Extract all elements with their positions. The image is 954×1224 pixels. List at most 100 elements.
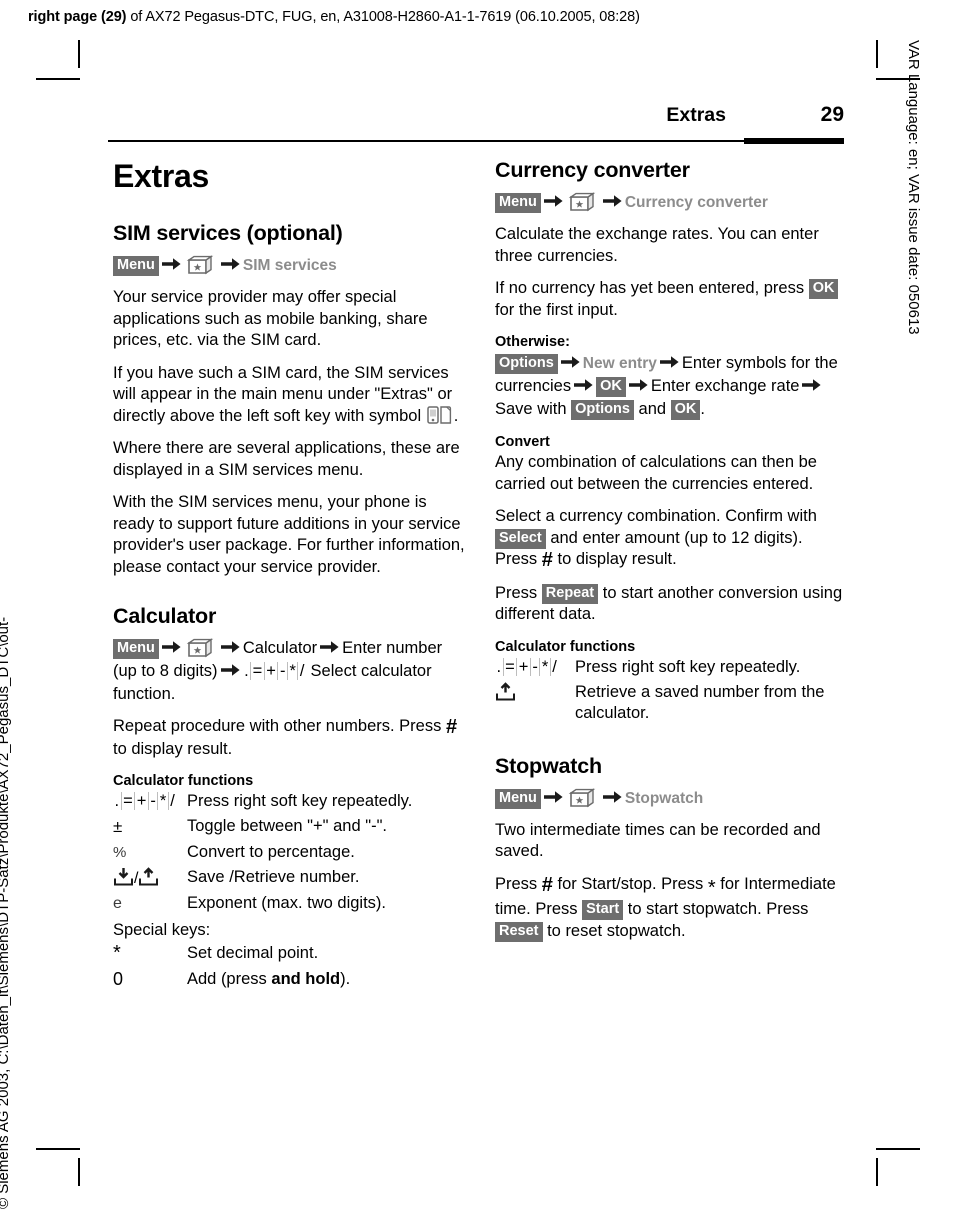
zero-key-glyph: 0 bbox=[113, 969, 124, 989]
save-with-text: Save with bbox=[495, 400, 567, 418]
softkey-plus: + bbox=[135, 792, 149, 810]
options-key[interactable]: Options bbox=[571, 400, 634, 420]
arrow-right-icon bbox=[659, 355, 679, 369]
sim-services-paragraph-3: Where there are several applications, th… bbox=[113, 439, 460, 479]
sheet-header: right page (29) of AX72 Pegasus-DTC, FUG… bbox=[28, 8, 908, 26]
save-number-icon bbox=[113, 867, 134, 886]
select-key[interactable]: Select bbox=[495, 528, 546, 549]
soft-keys-calculator-functions[interactable]: . = + - * / bbox=[495, 657, 558, 676]
repeat-key[interactable]: Repeat bbox=[541, 583, 599, 604]
stopwatch-paragraph-2-e: to reset stopwatch. bbox=[547, 921, 686, 940]
enter-exchange-rate-text: Enter exchange rate bbox=[650, 377, 800, 395]
and-text: and bbox=[638, 400, 667, 418]
arrow-right-icon bbox=[628, 378, 648, 392]
extras-box-icon bbox=[186, 636, 216, 658]
hash-key-glyph: # bbox=[541, 873, 553, 896]
crop-mark-top-right-vertical bbox=[876, 40, 878, 68]
soft-keys-calculator-functions[interactable]: . = + - * / bbox=[242, 662, 306, 680]
menu-item-currency-converter[interactable]: Currency converter bbox=[625, 194, 768, 211]
special-key-desc-after: ). bbox=[340, 970, 351, 988]
softkey-plus: + bbox=[517, 657, 531, 676]
table-row: e Exponent (max. two digits). bbox=[113, 893, 465, 918]
soft-keys-calculator-functions[interactable]: . = + - * / bbox=[113, 792, 176, 810]
table-row: Retrieve a saved number from the calcula… bbox=[495, 681, 847, 728]
softkey-dot: . bbox=[113, 792, 122, 810]
start-key[interactable]: Start bbox=[582, 900, 624, 920]
calculator-functions-table: . = + - * / Press right soft key repeatedly. … bbox=[113, 791, 465, 918]
menu-key[interactable]: Menu bbox=[113, 639, 159, 659]
special-key-description: Add (press and hold). bbox=[187, 969, 465, 995]
menu-key[interactable]: Menu bbox=[495, 193, 541, 213]
options-key[interactable]: Options bbox=[495, 354, 558, 374]
softkey-times: * bbox=[287, 662, 299, 680]
table-row: . = + - * / Press right soft key repeatedly. bbox=[495, 657, 847, 682]
star-key-glyph: * bbox=[113, 942, 121, 964]
function-description-cell: Press right soft key repeatedly. bbox=[187, 792, 413, 810]
nav-path-new-currency-entry: Options New entry Enter symbols for the cu… bbox=[495, 352, 847, 421]
currency-paragraph-1: Calculate the exchange rates. You can en… bbox=[495, 225, 819, 265]
function-key-cell: . = + - * / bbox=[113, 791, 187, 816]
calculator-functions-heading: Calculator functions bbox=[113, 773, 254, 789]
table-row: * Set decimal point. bbox=[113, 943, 465, 969]
softkey-dot: . bbox=[242, 662, 252, 680]
menu-key[interactable]: Menu bbox=[495, 788, 541, 809]
crop-mark-top-left-horizontal bbox=[36, 78, 80, 80]
page-header: Extras 29 bbox=[108, 103, 844, 144]
special-key-desc-bold: and hold bbox=[271, 970, 341, 988]
table-row: . = + - * / Press right soft key repeatedly. bbox=[113, 791, 465, 816]
menu-item-sim-services[interactable]: SIM services bbox=[243, 257, 337, 274]
right-column: Currency converter Menu Currency converte… bbox=[495, 158, 847, 953]
function-description-cell: Press right soft key repeatedly. bbox=[575, 657, 801, 676]
percent-symbol: % bbox=[113, 844, 127, 861]
nav-path-calculator: Menu Calculator Enter number (up to 8 digi… bbox=[113, 636, 465, 706]
stopwatch-paragraph-2-d: to start stopwatch. Press bbox=[627, 900, 809, 918]
arrow-right-icon bbox=[220, 663, 240, 677]
convert-paragraph-2-c: to display result. bbox=[557, 550, 677, 568]
arrow-right-icon bbox=[161, 257, 181, 271]
convert-heading: Convert bbox=[495, 434, 550, 450]
softkey-equals: = bbox=[121, 792, 136, 810]
arrow-right-icon bbox=[802, 378, 822, 392]
convert-paragraph-1: Any combination of calculations can then… bbox=[495, 453, 817, 493]
hash-key-glyph: # bbox=[445, 716, 458, 738]
page-header-title: Extras bbox=[666, 104, 726, 126]
ok-key[interactable]: OK bbox=[808, 279, 839, 299]
arrow-right-icon bbox=[320, 640, 339, 654]
crop-mark-bottom-left-horizontal bbox=[36, 1148, 80, 1150]
menu-key[interactable]: Menu bbox=[113, 256, 159, 276]
currency-paragraph-2-before: If no currency has yet been entered, pre… bbox=[495, 279, 805, 297]
arrow-right-icon bbox=[161, 640, 181, 654]
softkey-equals: = bbox=[503, 657, 518, 676]
page-number: 29 bbox=[820, 103, 844, 126]
function-description-cell: Exponent (max. two digits). bbox=[187, 894, 386, 912]
reset-key[interactable]: Reset bbox=[495, 921, 543, 942]
arrow-right-icon bbox=[220, 640, 240, 654]
nav-path-stopwatch: Menu Stopwatch bbox=[495, 786, 847, 810]
sim-services-paragraph-2: If you have such a SIM card, the SIM ser… bbox=[113, 363, 465, 428]
convert-paragraph-3: Press Repeat to start another conversion… bbox=[495, 583, 847, 626]
retrieve-number-icon bbox=[138, 867, 159, 886]
function-key-cell: % bbox=[113, 842, 187, 867]
menu-item-new-entry[interactable]: New entry bbox=[583, 355, 657, 372]
menu-item-calculator[interactable]: Calculator bbox=[243, 639, 317, 657]
nav-path-currency-converter: Menu Currency converter bbox=[495, 190, 847, 214]
special-key-cell: 0 bbox=[113, 969, 187, 995]
ok-key[interactable]: OK bbox=[596, 377, 626, 397]
calculator-paragraph-1-before: Repeat procedure with other numbers. Pre… bbox=[113, 717, 442, 735]
currency-paragraph-2-after: for the first input. bbox=[495, 300, 618, 319]
arrow-right-icon bbox=[560, 355, 580, 369]
softkey-minus: - bbox=[530, 657, 541, 676]
ok-key[interactable]: OK bbox=[670, 400, 701, 420]
softkey-divide: / bbox=[299, 662, 305, 680]
function-key-cell bbox=[495, 681, 575, 728]
menu-item-stopwatch[interactable]: Stopwatch bbox=[625, 790, 703, 807]
margin-text-left: © Siemens AG 2003, C:\Daten_it\Siemens\D… bbox=[0, 616, 12, 1209]
function-key-cell: / bbox=[113, 867, 187, 893]
stopwatch-paragraph-2: Press # for Start/stop. Press * for Inte… bbox=[495, 874, 847, 943]
table-row: / Save /Retrieve number. bbox=[113, 867, 465, 893]
softkey-minus: - bbox=[148, 792, 159, 810]
function-description-cell: Save /Retrieve number. bbox=[187, 868, 360, 886]
sim-card-symbol-icon bbox=[426, 405, 453, 424]
sheet-header-bold: right page (29) bbox=[28, 9, 127, 25]
chapter-title: Extras bbox=[113, 158, 210, 194]
